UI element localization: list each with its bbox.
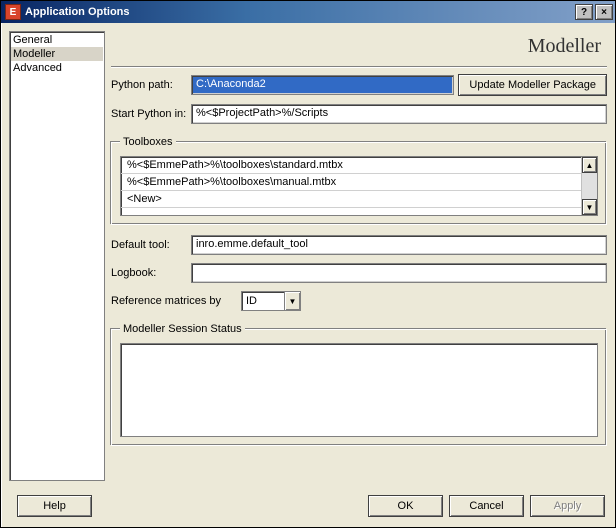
session-status-group: Modeller Session Status <box>111 323 607 446</box>
sidebar-item-general[interactable]: General <box>11 33 103 47</box>
ref-matrices-label: Reference matrices by <box>111 295 241 307</box>
python-path-label: Python path: <box>111 79 191 91</box>
main-panel: Modeller Python path: C:\Anaconda2 Updat… <box>111 31 607 481</box>
start-python-input[interactable]: %<$ProjectPath>%/Scripts <box>191 104 607 124</box>
session-status-legend: Modeller Session Status <box>120 323 245 335</box>
logbook-label: Logbook: <box>111 267 191 279</box>
scroll-down-icon[interactable]: ▼ <box>582 199 597 215</box>
list-item[interactable]: <New> <box>121 191 581 208</box>
cancel-button[interactable]: Cancel <box>449 495 524 517</box>
chevron-down-icon[interactable]: ▼ <box>284 292 300 310</box>
app-icon: E <box>5 4 21 20</box>
session-status-box <box>120 343 598 437</box>
app-options-dialog: E Application Options ? × General Modell… <box>0 0 616 528</box>
content: General Modeller Advanced Modeller Pytho… <box>1 23 615 489</box>
default-tool-label: Default tool: <box>111 239 191 251</box>
update-modeller-button[interactable]: Update Modeller Package <box>458 74 607 96</box>
window-title: Application Options <box>25 6 573 18</box>
sidebar-item-advanced[interactable]: Advanced <box>11 61 103 75</box>
logbook-input[interactable] <box>191 263 607 283</box>
divider <box>111 66 607 68</box>
sidebar: General Modeller Advanced <box>9 31 105 481</box>
footer: Help OK Cancel Apply <box>1 489 615 527</box>
scrollbar[interactable]: ▲ ▼ <box>581 157 597 215</box>
titlebar-help-button[interactable]: ? <box>575 4 593 20</box>
scroll-up-icon[interactable]: ▲ <box>582 157 597 173</box>
titlebar-close-button[interactable]: × <box>595 4 613 20</box>
sidebar-item-modeller[interactable]: Modeller <box>11 47 103 61</box>
toolboxes-legend: Toolboxes <box>120 136 176 148</box>
page-title: Modeller <box>111 31 607 66</box>
list-item[interactable]: %<$EmmePath>%\toolboxes\manual.mtbx <box>121 174 581 191</box>
start-python-label: Start Python in: <box>111 108 191 120</box>
ref-matrices-value: ID <box>242 295 284 307</box>
default-tool-input[interactable]: inro.emme.default_tool <box>191 235 607 255</box>
ref-matrices-select[interactable]: ID ▼ <box>241 291 301 311</box>
titlebar: E Application Options ? × <box>1 1 615 23</box>
help-button[interactable]: Help <box>17 495 92 517</box>
ok-button[interactable]: OK <box>368 495 443 517</box>
python-path-input[interactable]: C:\Anaconda2 <box>191 75 454 95</box>
toolboxes-group: Toolboxes %<$EmmePath>%\toolboxes\standa… <box>111 136 607 225</box>
apply-button[interactable]: Apply <box>530 495 605 517</box>
toolboxes-list[interactable]: %<$EmmePath>%\toolboxes\standard.mtbx %<… <box>120 156 598 216</box>
list-item[interactable]: %<$EmmePath>%\toolboxes\standard.mtbx <box>121 157 581 174</box>
